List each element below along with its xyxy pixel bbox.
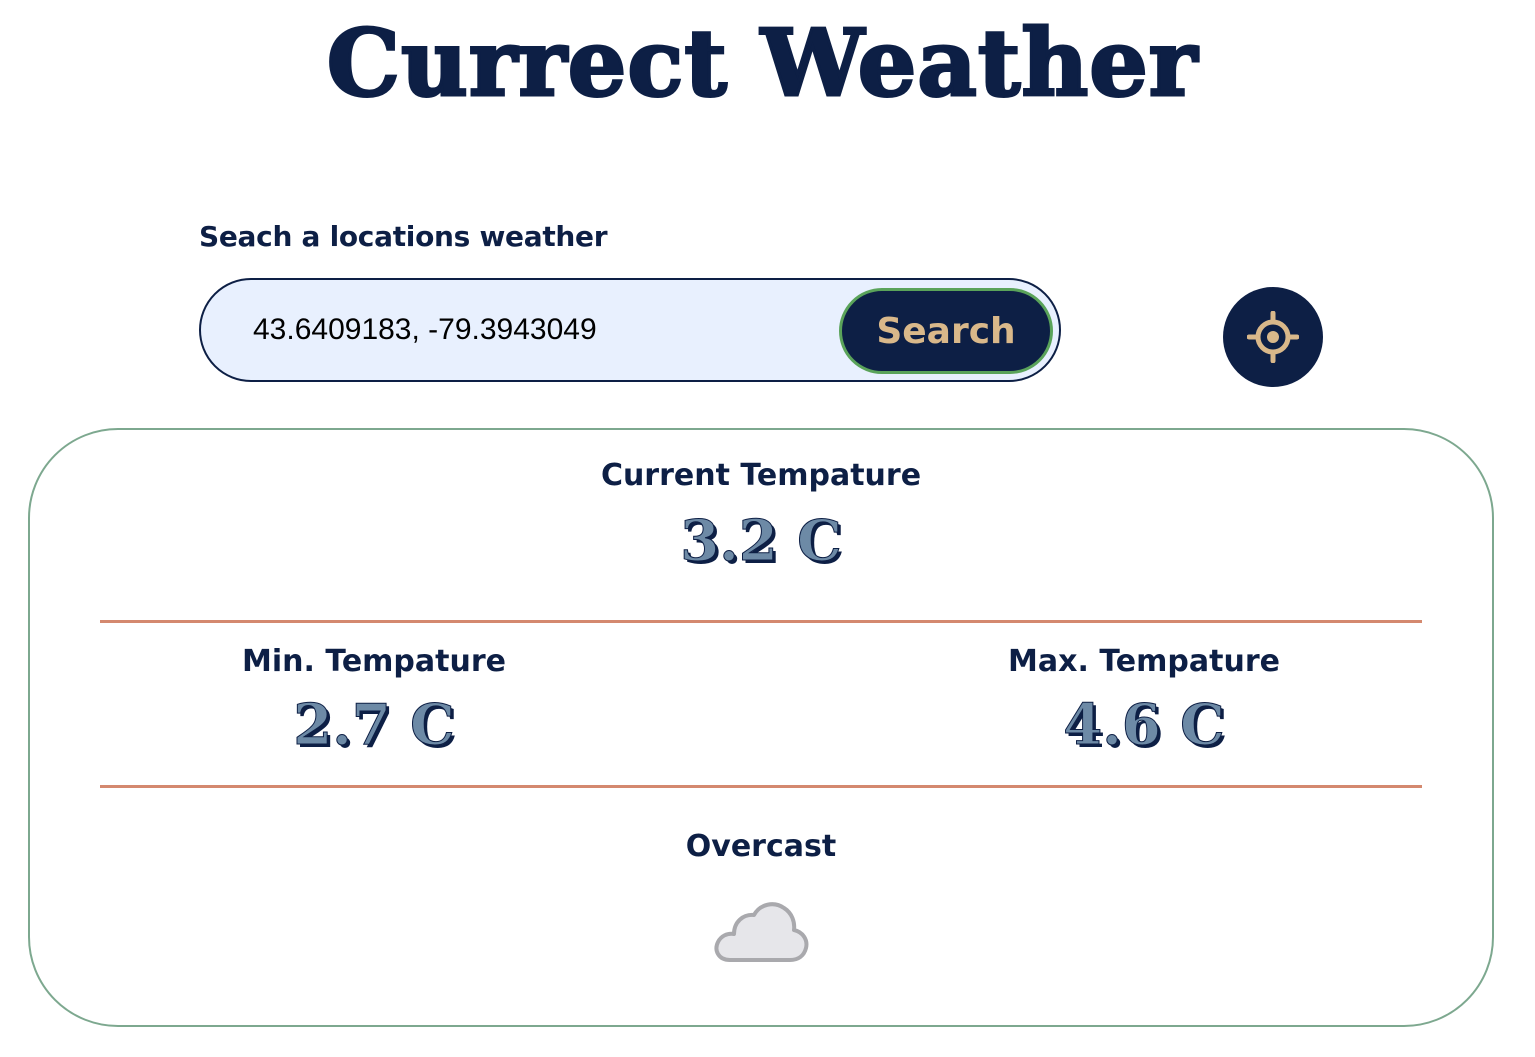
current-temperature-value: 3.2 C bbox=[680, 508, 843, 575]
locate-button[interactable] bbox=[1223, 287, 1323, 387]
max-temperature-value: 4.6 C bbox=[1063, 692, 1226, 759]
search-label: Seach a locations weather bbox=[199, 220, 608, 253]
crosshair-icon bbox=[1247, 311, 1299, 363]
search-button[interactable]: Search bbox=[839, 288, 1053, 374]
cloud-icon bbox=[714, 902, 809, 962]
min-temperature-label: Min. Tempature bbox=[242, 644, 506, 679]
search-input[interactable] bbox=[253, 304, 813, 356]
divider bbox=[100, 785, 1422, 788]
min-temperature-value: 2.7 C bbox=[293, 692, 456, 759]
max-temperature-label: Max. Tempature bbox=[1008, 644, 1280, 679]
current-temperature-label: Current Tempature bbox=[600, 458, 922, 493]
app-title: Currect Weather bbox=[325, 8, 1199, 119]
weather-condition: Overcast bbox=[685, 829, 837, 864]
divider bbox=[100, 620, 1422, 623]
search-bar: Search bbox=[199, 278, 1061, 382]
